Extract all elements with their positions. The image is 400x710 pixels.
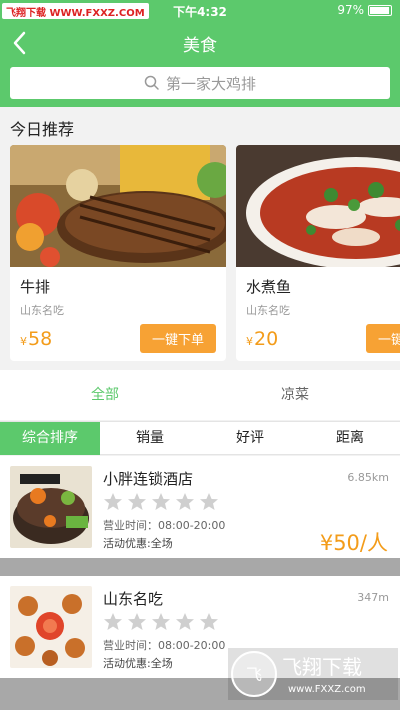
status-right: 97% bbox=[337, 3, 392, 17]
star-icon bbox=[128, 493, 146, 510]
star-icon bbox=[104, 493, 122, 510]
sort-rating[interactable]: 好评 bbox=[200, 422, 300, 455]
order-button[interactable]: 一键下单 bbox=[366, 324, 400, 353]
search-placeholder: 第一家大鸡排 bbox=[165, 74, 256, 93]
recommend-section: 今日推荐 牛排 山东名吃 ¥58 一键下单 水煮鱼 山东名吃 ¥20 一键 bbox=[0, 107, 400, 370]
shop-name: 小胖连锁酒店 bbox=[103, 470, 194, 488]
recommend-card-steak[interactable]: 牛排 山东名吃 ¥58 一键下单 bbox=[10, 145, 226, 361]
list-divider bbox=[0, 558, 400, 576]
card-price: ¥58 bbox=[20, 328, 53, 350]
shop-promo: 活动优惠:全场 bbox=[103, 537, 173, 550]
card-subtitle: 山东名吃 bbox=[20, 304, 64, 317]
star-icon bbox=[152, 493, 170, 510]
shop-list-item[interactable]: 小胖连锁酒店 6.85km 营业时间：08:00-20:00 活动优惠:全场 ¥… bbox=[0, 456, 400, 558]
tab-cold-dishes[interactable]: 凉菜 bbox=[195, 370, 395, 420]
sort-bar: 综合排序 销量 好评 距离 bbox=[0, 421, 400, 455]
shop-distance: 347m bbox=[357, 591, 389, 604]
sort-sales[interactable]: 销量 bbox=[100, 422, 200, 455]
card-name: 牛排 bbox=[20, 278, 51, 296]
star-icon bbox=[152, 613, 170, 630]
recommend-title: 今日推荐 bbox=[10, 120, 75, 139]
shop-name: 山东名吃 bbox=[103, 590, 164, 608]
star-icon bbox=[176, 613, 194, 630]
status-bar: 飞翔下载 WWW.FXXZ.COM 下午4:32 97% bbox=[0, 0, 400, 22]
order-button[interactable]: 一键下单 bbox=[140, 324, 216, 353]
shop-thumbnail bbox=[10, 586, 92, 668]
fish-image bbox=[236, 145, 400, 269]
star-icon bbox=[104, 613, 122, 630]
shop-avg-price: ¥50/人 bbox=[319, 531, 388, 555]
svg-text:飞: 飞 bbox=[246, 665, 262, 684]
tab-all[interactable]: 全部 bbox=[5, 370, 205, 420]
star-icon bbox=[128, 613, 146, 630]
card-price: ¥20 bbox=[246, 328, 279, 350]
card-name: 水煮鱼 bbox=[246, 278, 292, 296]
search-input[interactable]: 第一家大鸡排 bbox=[10, 67, 390, 99]
page-title: 美食 bbox=[183, 36, 217, 56]
battery-percent: 97% bbox=[337, 3, 364, 17]
svg-text:飞翔下载: 飞翔下载 bbox=[282, 655, 362, 679]
shop-thumbnail bbox=[10, 466, 92, 548]
sort-distance[interactable]: 距离 bbox=[300, 422, 400, 455]
shop-promo: 活动优惠:全场 bbox=[103, 657, 173, 670]
shop-hours: 营业时间：08:00-20:00 bbox=[103, 639, 226, 652]
recommend-card-fish[interactable]: 水煮鱼 山东名吃 ¥20 一键下单 bbox=[236, 145, 400, 361]
shop-distance: 6.85km bbox=[347, 471, 389, 484]
card-subtitle: 山东名吃 bbox=[246, 304, 290, 317]
battery-icon bbox=[368, 4, 392, 16]
search-icon bbox=[144, 75, 159, 90]
category-tabs: 全部 凉菜 bbox=[0, 370, 400, 420]
star-icon bbox=[200, 613, 218, 630]
star-icon bbox=[176, 493, 194, 510]
steak-image bbox=[10, 145, 226, 267]
star-icon bbox=[200, 493, 218, 510]
sort-overall[interactable]: 综合排序 bbox=[0, 422, 100, 455]
navigation-bar: 美食 第一家大鸡排 bbox=[0, 22, 400, 107]
shop-hours: 营业时间：08:00-20:00 bbox=[103, 519, 226, 532]
rating-stars bbox=[103, 492, 219, 512]
svg-text:www.FXXZ.com: www.FXXZ.com bbox=[288, 684, 366, 695]
watermark-logo: 飞 飞翔下载 www.FXXZ.com bbox=[228, 648, 398, 700]
rating-stars bbox=[103, 612, 219, 632]
